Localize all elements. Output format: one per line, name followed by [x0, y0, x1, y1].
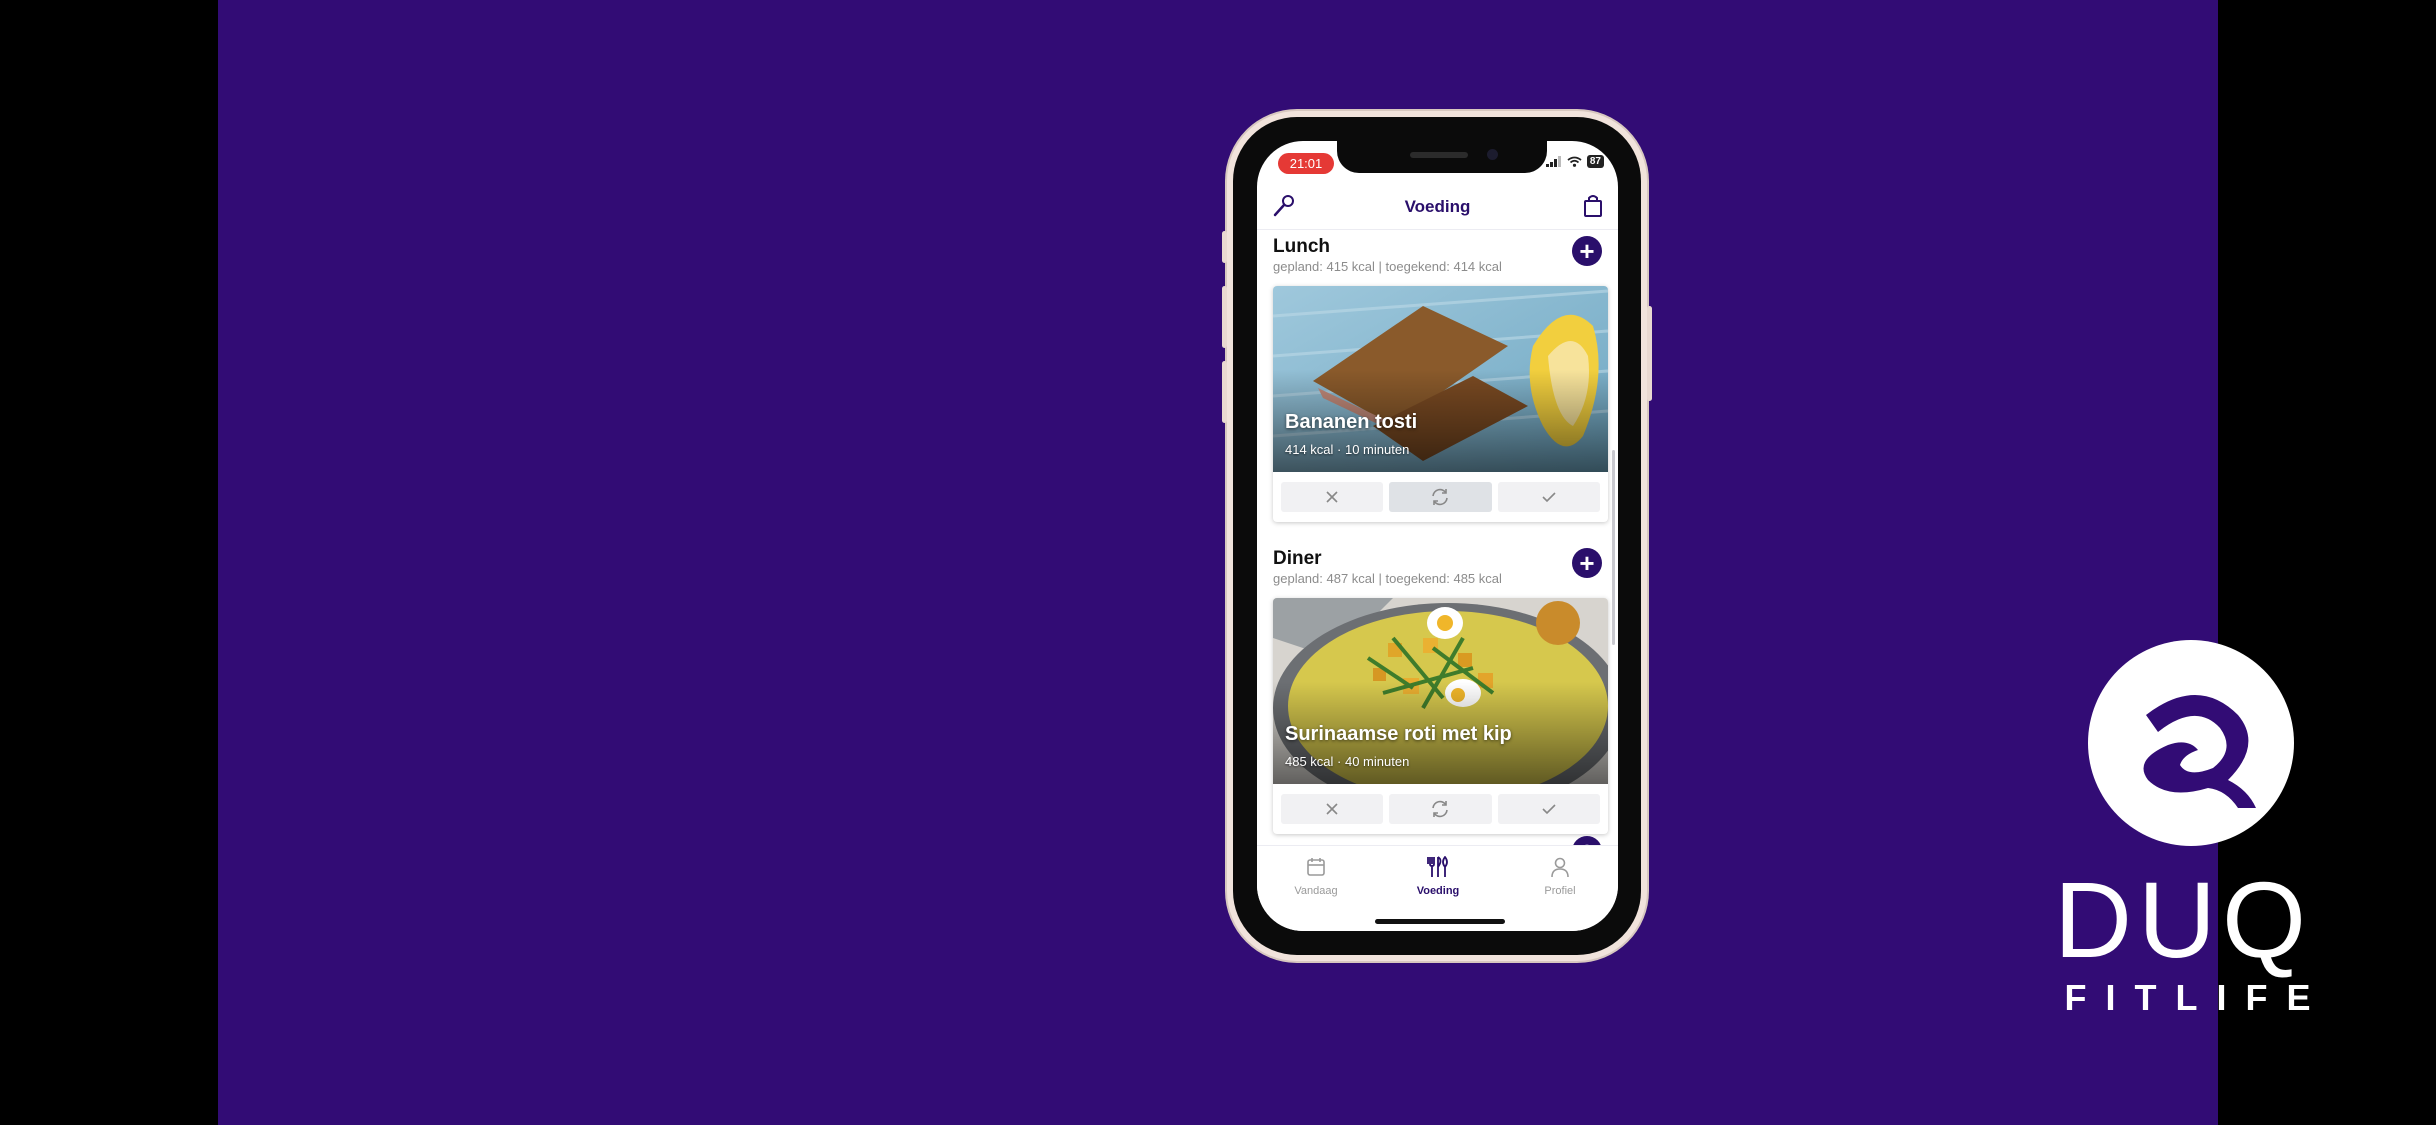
status-icons: 87 — [1545, 155, 1604, 168]
brand-name: DUQ — [2054, 859, 2312, 980]
tab-label: Voeding — [1416, 885, 1460, 897]
calendar-icon — [1307, 858, 1325, 876]
confirm-button[interactable] — [1497, 482, 1600, 512]
meal-subtitle-lunch: gepland: 415 kcal | toegekend: 414 kcal — [1273, 259, 1502, 274]
tab-voeding[interactable]: Voeding — [1388, 855, 1488, 897]
phone-frame: 21:01 87 Voeding Lunch gepland: 415 kcal… — [1222, 111, 1652, 961]
volume-up-button — [1222, 286, 1227, 348]
user-icon — [1551, 857, 1569, 878]
duq-logo-icon — [2088, 640, 2294, 846]
confirm-button[interactable] — [1497, 794, 1600, 824]
recipe-name: Bananen tosti — [1285, 411, 1418, 433]
front-camera — [1487, 149, 1498, 160]
recipe-meta: 414 kcal · 10 minuten — [1285, 442, 1410, 457]
brand-tagline: FITLIFE — [2064, 977, 2330, 1018]
battery-indicator: 87 — [1586, 155, 1604, 168]
tab-vandaag[interactable]: Vandaag — [1266, 856, 1366, 897]
swap-button[interactable] — [1389, 794, 1492, 824]
tab-profiel[interactable]: Profiel — [1510, 856, 1610, 897]
volume-down-button — [1222, 361, 1227, 423]
recipe-card[interactable]: Surinaamse roti met kip 485 kcal · 40 mi… — [1273, 598, 1608, 834]
recipe-card[interactable]: Bananen tosti 414 kcal · 10 minuten — [1273, 286, 1608, 522]
close-icon — [1326, 803, 1338, 815]
scrollbar[interactable] — [1612, 450, 1615, 645]
refresh-icon — [1432, 800, 1449, 818]
recipe-meta: 485 kcal · 40 minuten — [1285, 754, 1410, 769]
power-button — [1647, 306, 1652, 401]
meal-title-diner: Diner — [1273, 548, 1322, 569]
refresh-icon — [1432, 488, 1449, 506]
tab-label: Vandaag — [1294, 885, 1338, 897]
add-diner-button[interactable]: + — [1572, 548, 1602, 578]
check-icon — [1542, 492, 1556, 503]
app-screen: 21:01 87 Voeding Lunch gepland: 415 kcal… — [1257, 141, 1618, 931]
add-lunch-button[interactable]: + — [1572, 236, 1602, 266]
swap-button[interactable] — [1389, 482, 1492, 512]
check-icon — [1542, 804, 1556, 815]
meal-subtitle-diner: gepland: 487 kcal | toegekend: 485 kcal — [1273, 571, 1502, 586]
speaker-grille — [1410, 152, 1468, 158]
dismiss-button[interactable] — [1281, 794, 1384, 824]
app-header: Voeding — [1257, 183, 1618, 230]
signal-icon — [1545, 156, 1561, 167]
tab-label: Profiel — [1544, 885, 1576, 897]
dismiss-button[interactable] — [1281, 482, 1384, 512]
phone-notch — [1337, 141, 1547, 173]
status-time: 21:01 — [1278, 153, 1334, 174]
close-icon — [1326, 491, 1338, 503]
cutlery-icon — [1427, 855, 1448, 877]
meal-list[interactable]: Lunch gepland: 415 kcal | toegekend: 414… — [1257, 230, 1618, 845]
phone-bezel: 21:01 87 Voeding Lunch gepland: 415 kcal… — [1233, 117, 1641, 955]
card-actions — [1281, 482, 1600, 512]
shopping-bag-icon[interactable] — [1580, 193, 1606, 219]
tab-bar: Vandaag Voeding Profiel — [1257, 845, 1618, 931]
add-meal-button[interactable]: + — [1572, 836, 1602, 845]
card-actions — [1281, 794, 1600, 824]
background-stage: 21:01 87 Voeding Lunch gepland: 415 kcal… — [218, 0, 2310, 1125]
mute-switch — [1222, 231, 1227, 263]
page-title: Voeding — [1404, 197, 1471, 216]
meal-title-lunch: Lunch — [1273, 236, 1330, 257]
wifi-icon — [1567, 156, 1582, 167]
recipe-name: Surinaamse roti met kip — [1285, 723, 1512, 745]
home-indicator[interactable] — [1375, 919, 1505, 924]
